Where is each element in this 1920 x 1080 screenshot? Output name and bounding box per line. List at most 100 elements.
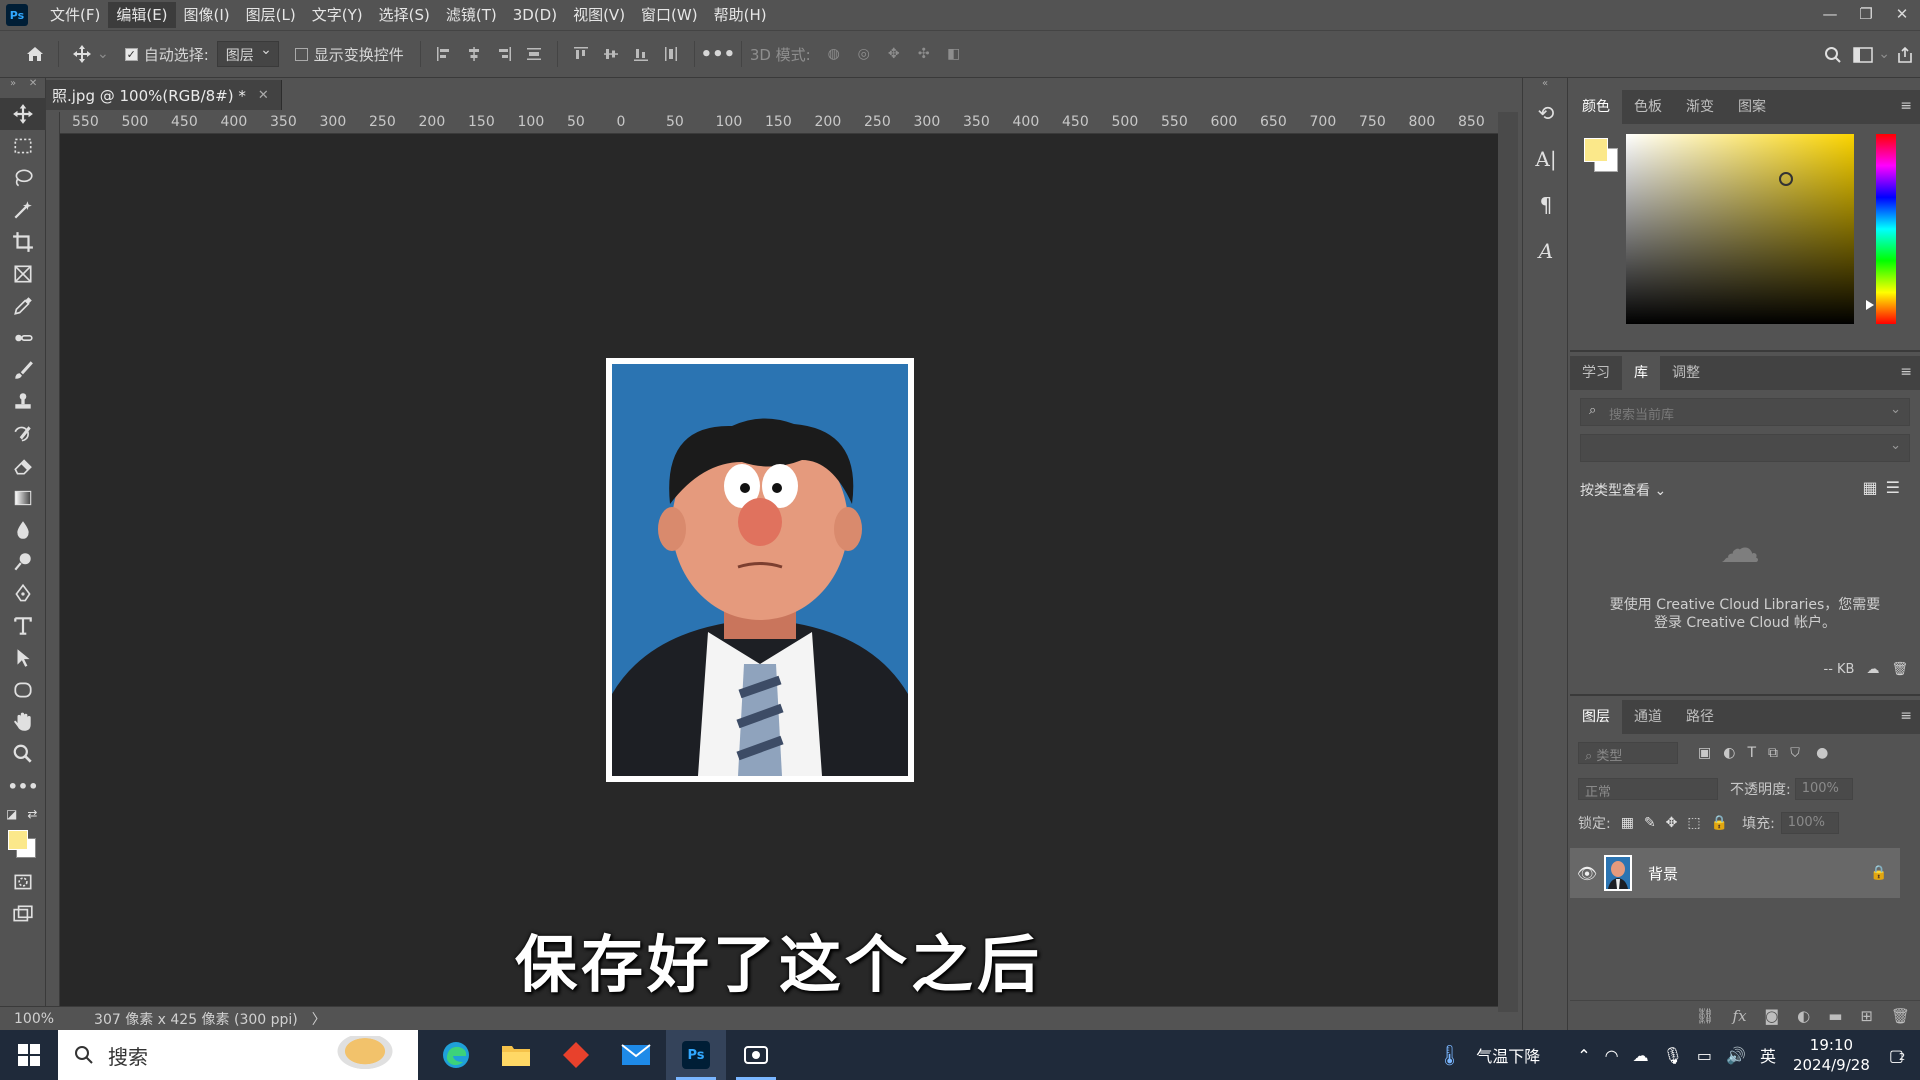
eyedropper-tool-icon[interactable] [0,290,46,322]
chevron-down-icon[interactable]: ⌄ [1890,438,1901,453]
chevron-down-icon[interactable]: ⌄ [1878,40,1890,70]
menu-image[interactable]: 图像(I) [176,2,238,28]
color-picker-marker[interactable] [1779,172,1793,186]
3d-roll-icon[interactable]: ◎ [849,39,879,69]
volume-icon[interactable]: 🔊 [1726,1046,1746,1065]
hue-slider-pointer[interactable] [1866,300,1874,310]
foreground-color-swatch[interactable] [8,830,28,850]
layer-filter-icons[interactable]: ▣◐T⧉⛉ [1698,745,1812,761]
menu-file[interactable]: 文件(F) [42,2,108,28]
zoom-level[interactable]: 100% [14,1011,54,1027]
layer-row[interactable]: 👁 背景 🔒 [1570,848,1900,898]
tab-color[interactable]: 颜色 [1570,90,1622,124]
mail-icon[interactable] [606,1030,666,1080]
chevron-right-icon[interactable]: 〉 [312,1009,326,1029]
crop-tool-icon[interactable] [0,226,46,258]
align-middle-icon[interactable] [596,39,626,69]
marquee-tool-icon[interactable] [0,130,46,162]
panel-menu-icon[interactable]: ≡ [1900,364,1912,380]
restore-button[interactable]: ❐ [1848,0,1884,28]
tab-swatches[interactable]: 色板 [1622,90,1674,124]
menu-select[interactable]: 选择(S) [371,2,438,28]
3d-scale-icon[interactable]: ◧ [939,39,969,69]
thermometer-icon[interactable]: 🌡 [1437,1043,1462,1067]
document-info[interactable]: 307 像素 x 425 像素 (300 ppi) [94,1009,298,1029]
distribute-horizontal-icon[interactable] [656,39,686,69]
foreground-color-swatch[interactable] [1584,138,1608,162]
filter-toggle-icon[interactable]: ● [1816,745,1828,761]
clock[interactable]: 19:10 2024/9/28 [1793,1035,1870,1075]
microphone-icon[interactable]: 🎙 [1663,1046,1683,1065]
link-layers-icon[interactable]: ⛓ [1695,1007,1714,1025]
layer-name[interactable]: 背景 [1648,863,1870,884]
blur-tool-icon[interactable] [0,514,46,546]
3d-slide-icon[interactable]: ✣ [909,39,939,69]
menu-window[interactable]: 窗口(W) [633,2,706,28]
color-picker-field[interactable] [1626,134,1854,324]
magic-wand-tool-icon[interactable] [0,194,46,226]
document-tab[interactable]: 照.jpg @ 100%(RGB/8#) * ✕ [46,80,282,110]
quick-mask-icon[interactable] [0,866,46,898]
menu-3d[interactable]: 3D(D) [505,2,565,28]
id-photo[interactable] [606,358,914,782]
align-top-icon[interactable] [566,39,596,69]
3d-orbit-icon[interactable]: ◍ [819,39,849,69]
blend-mode-dropdown[interactable]: 正常 [1578,778,1718,800]
show-transform-checkbox[interactable] [294,47,308,61]
toolbar-collapse[interactable]: » ✕ [0,78,45,98]
history-brush-tool-icon[interactable] [0,418,46,450]
layer-effects-icon[interactable]: fx [1733,1007,1747,1025]
cloud-icon[interactable]: ☁ [1633,1046,1649,1065]
move-tool-icon[interactable] [0,98,46,130]
type-tool-icon[interactable] [0,610,46,642]
tab-patterns[interactable]: 图案 [1726,90,1778,124]
adjustment-layer-icon[interactable]: ◐ [1797,1007,1810,1025]
share-icon[interactable] [1890,40,1920,70]
tab-gradients[interactable]: 渐变 [1674,90,1726,124]
3d-pan-icon[interactable]: ✥ [879,39,909,69]
move-tool-preset-icon[interactable] [67,39,97,69]
opacity-field[interactable]: 100% [1794,778,1853,800]
red-diamond-app-icon[interactable] [546,1030,606,1080]
cloud-sync-icon[interactable]: ☁ [1866,662,1879,677]
auto-select-target-dropdown[interactable]: 图层 [216,41,279,67]
lock-icon[interactable]: 🔒 [1870,865,1900,881]
new-layer-icon[interactable]: ⊞ [1860,1007,1873,1025]
recorder-icon[interactable] [726,1030,786,1080]
chevron-down-icon[interactable]: ⌄ [97,46,109,62]
rectangle-shape-tool-icon[interactable] [0,674,46,706]
input-method-indicator[interactable]: 英 [1760,1043,1776,1067]
weather-text[interactable]: 气温下降 [1476,1043,1540,1067]
close-button[interactable]: ✕ [1884,0,1920,28]
search-icon[interactable] [1818,40,1848,70]
add-mask-icon[interactable]: ◙ [1765,1007,1780,1025]
hand-tool-icon[interactable] [0,706,46,738]
notification-icon[interactable]: ▢ 2 [1889,1046,1905,1065]
tab-layers[interactable]: 图层 [1570,700,1622,734]
pen-tool-icon[interactable] [0,578,46,610]
menu-type[interactable]: 文字(Y) [304,2,371,28]
color-swatches[interactable] [0,826,46,866]
glyphs-panel-icon[interactable]: A [1523,228,1569,274]
chevron-down-icon[interactable]: ⌄ [1890,402,1901,417]
trash-icon[interactable]: 🗑 [1891,662,1908,677]
list-view-icon[interactable]: ☰ [1886,478,1908,497]
align-center-icon[interactable] [459,39,489,69]
zoom-tool-icon[interactable] [0,738,46,770]
healing-brush-tool-icon[interactable] [0,322,46,354]
menu-edit[interactable]: 编辑(E) [108,2,176,28]
menu-help[interactable]: 帮助(H) [706,2,775,28]
menu-filter[interactable]: 滤镜(T) [438,2,505,28]
align-bottom-icon[interactable] [626,39,656,69]
canvas-vertical-scrollbar[interactable] [1498,112,1518,1012]
workspace-icon[interactable] [1848,40,1878,70]
photoshop-icon[interactable]: Ps [666,1030,726,1080]
canvas-area[interactable]: 保存好了这个之后 [60,134,1498,1006]
tab-channels[interactable]: 通道 [1622,700,1674,734]
dodge-tool-icon[interactable] [0,546,46,578]
paragraph-panel-icon[interactable]: ¶ [1523,182,1569,228]
home-icon[interactable] [20,39,50,69]
panel-menu-icon[interactable]: ≡ [1900,708,1912,724]
swap-colors-icon[interactable]: ⇄ [27,807,37,821]
menu-layer[interactable]: 图层(L) [238,2,304,28]
